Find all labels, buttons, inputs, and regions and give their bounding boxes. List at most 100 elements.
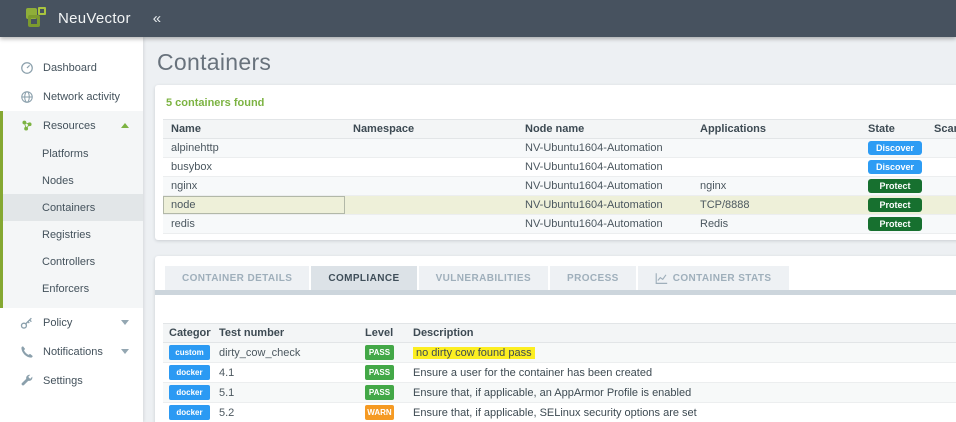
line-chart-icon (655, 272, 668, 285)
table-row[interactable]: alpinehttp NV-Ubuntu1604-Automation Disc… (163, 139, 956, 158)
level-badge: PASS (365, 345, 394, 360)
sidebar-item-resources[interactable]: Resources (3, 111, 143, 140)
cell-test-number: 4.1 (219, 366, 235, 379)
column-header-applications[interactable]: Applications (692, 123, 864, 135)
tab-label: CONTAINER STATS (672, 272, 772, 284)
cell-test-number: dirty_cow_check (219, 346, 301, 359)
category-badge: docker (169, 385, 210, 400)
top-bar: NeuVector « (0, 0, 956, 37)
cell-description: Ensure that, if applicable, an AppArmor … (413, 386, 692, 399)
cell-category: docker (163, 405, 211, 420)
sidebar-item-settings[interactable]: Settings (0, 366, 143, 395)
tab-process[interactable]: PROCESS (550, 266, 636, 290)
sidebar-group-resources: Resources Platforms Nodes Containers Reg… (0, 111, 143, 308)
sidebar-item-label: Policy (43, 316, 73, 329)
tabs-underline (155, 290, 956, 295)
cell-node-name: NV-Ubuntu1604-Automation (525, 218, 663, 230)
compliance-row[interactable]: docker 5.2 WARN Ensure that, if applicab… (163, 403, 956, 422)
phone-icon (20, 345, 34, 359)
column-header-description[interactable]: Description (401, 327, 956, 339)
cell-state: Discover (864, 141, 926, 155)
chevron-up-icon (121, 123, 129, 128)
compliance-row[interactable]: custom dirty_cow_check PASS no dirty cow… (163, 343, 956, 363)
cell-node-name: NV-Ubuntu1604-Automation (525, 142, 663, 154)
table-row[interactable]: nginx NV-Ubuntu1604-Automation nginx Pro… (163, 177, 956, 196)
sidebar-item-registries[interactable]: Registries (3, 221, 143, 248)
cell-state: Discover (864, 160, 926, 174)
sidebar-item-containers[interactable]: Containers (3, 194, 143, 221)
highlighted-description: no dirty cow found pass (413, 346, 535, 359)
sidebar-item-controllers[interactable]: Controllers (3, 248, 143, 275)
state-badge: Discover (868, 160, 922, 174)
wrench-icon (20, 374, 34, 388)
cell-name: nginx (171, 180, 198, 192)
sidebar-item-policy[interactable]: Policy (0, 308, 143, 337)
cell-name: alpinehttp (171, 142, 219, 154)
sidebar-item-label: Dashboard (43, 61, 97, 74)
globe-icon (20, 90, 34, 104)
cell-node-name: NV-Ubuntu1604-Automation (525, 180, 663, 192)
chevron-down-icon (121, 349, 129, 354)
column-header-state[interactable]: State (864, 123, 926, 135)
column-header-test-number[interactable]: Test number (211, 327, 361, 339)
containers-count-label: 5 containers found (166, 97, 265, 109)
cell-applications: TCP/8888 (700, 199, 750, 211)
sidebar-subitem-label: Enforcers (42, 282, 90, 295)
sidebar: Dashboard Network activity Resources Pla… (0, 37, 143, 422)
column-header-namespace[interactable]: Namespace (345, 123, 517, 135)
brand-title: NeuVector (58, 10, 131, 27)
state-badge: Protect (868, 217, 922, 231)
sidebar-item-label: Notifications (43, 345, 103, 358)
cell-category: docker (163, 385, 211, 400)
state-badge: Protect (868, 198, 922, 212)
sidebar-subitem-label: Nodes (42, 174, 74, 187)
sidebar-item-platforms[interactable]: Platforms (3, 140, 143, 167)
sidebar-subitem-label: Platforms (42, 147, 89, 160)
containers-table-header: Name Namespace Node name Applications St… (163, 119, 956, 139)
sidebar-item-network-activity[interactable]: Network activity (0, 82, 143, 111)
table-row[interactable]: busybox NV-Ubuntu1604-Automation Discove… (163, 158, 956, 177)
sidebar-item-notifications[interactable]: Notifications (0, 337, 143, 366)
table-row[interactable]: redis NV-Ubuntu1604-Automation Redis Pro… (163, 215, 956, 234)
sidebar-item-label: Network activity (43, 90, 121, 103)
column-header-category[interactable]: Category (163, 327, 211, 339)
cell-state: Protect (864, 179, 926, 193)
column-header-level[interactable]: Level (361, 327, 401, 339)
cell-description: Ensure a user for the container has been… (413, 366, 653, 379)
cell-level: WARN (361, 405, 401, 420)
tab-vulnerabilities[interactable]: VULNERABILITIES (418, 266, 549, 290)
compliance-table-header: Category Test number Level Description (163, 323, 956, 343)
level-badge: PASS (365, 365, 394, 380)
tab-compliance[interactable]: COMPLIANCE (311, 266, 417, 290)
sidebar-subitem-label: Containers (42, 201, 96, 214)
state-badge: Discover (868, 141, 922, 155)
tab-container-details[interactable]: CONTAINER DETAILS (165, 266, 310, 290)
sidebar-collapse-button[interactable]: « (153, 10, 161, 27)
table-row-selected[interactable]: node NV-Ubuntu1604-Automation TCP/8888 P… (163, 196, 956, 215)
cell-name: redis (171, 218, 195, 230)
level-badge: PASS (365, 385, 394, 400)
cell-test-number: 5.2 (219, 406, 235, 419)
category-badge: custom (169, 345, 210, 360)
sidebar-item-label: Settings (43, 374, 83, 387)
tab-container-stats[interactable]: CONTAINER STATS (637, 266, 789, 290)
sidebar-item-dashboard[interactable]: Dashboard (0, 53, 143, 82)
cell-level: PASS (361, 365, 401, 380)
cell-node-name: NV-Ubuntu1604-Automation (525, 199, 663, 211)
sidebar-item-label: Resources (43, 119, 96, 132)
column-header-node-name[interactable]: Node name (517, 123, 692, 135)
compliance-row[interactable]: docker 5.1 PASS Ensure that, if applicab… (163, 383, 956, 403)
level-badge: WARN (365, 405, 394, 420)
cell-state: Protect (864, 198, 926, 212)
cell-category: custom (163, 345, 211, 360)
category-badge: docker (169, 365, 210, 380)
key-icon (20, 316, 34, 330)
compliance-row[interactable]: docker 4.1 PASS Ensure a user for the co… (163, 363, 956, 383)
cell-applications: Redis (700, 218, 729, 230)
sidebar-item-nodes[interactable]: Nodes (3, 167, 143, 194)
cell-name: busybox (171, 161, 212, 173)
column-header-scan[interactable]: Scan (926, 123, 956, 135)
sidebar-item-enforcers[interactable]: Enforcers (3, 275, 143, 302)
cell-state: Protect (864, 217, 926, 231)
column-header-name[interactable]: Name (163, 123, 345, 135)
